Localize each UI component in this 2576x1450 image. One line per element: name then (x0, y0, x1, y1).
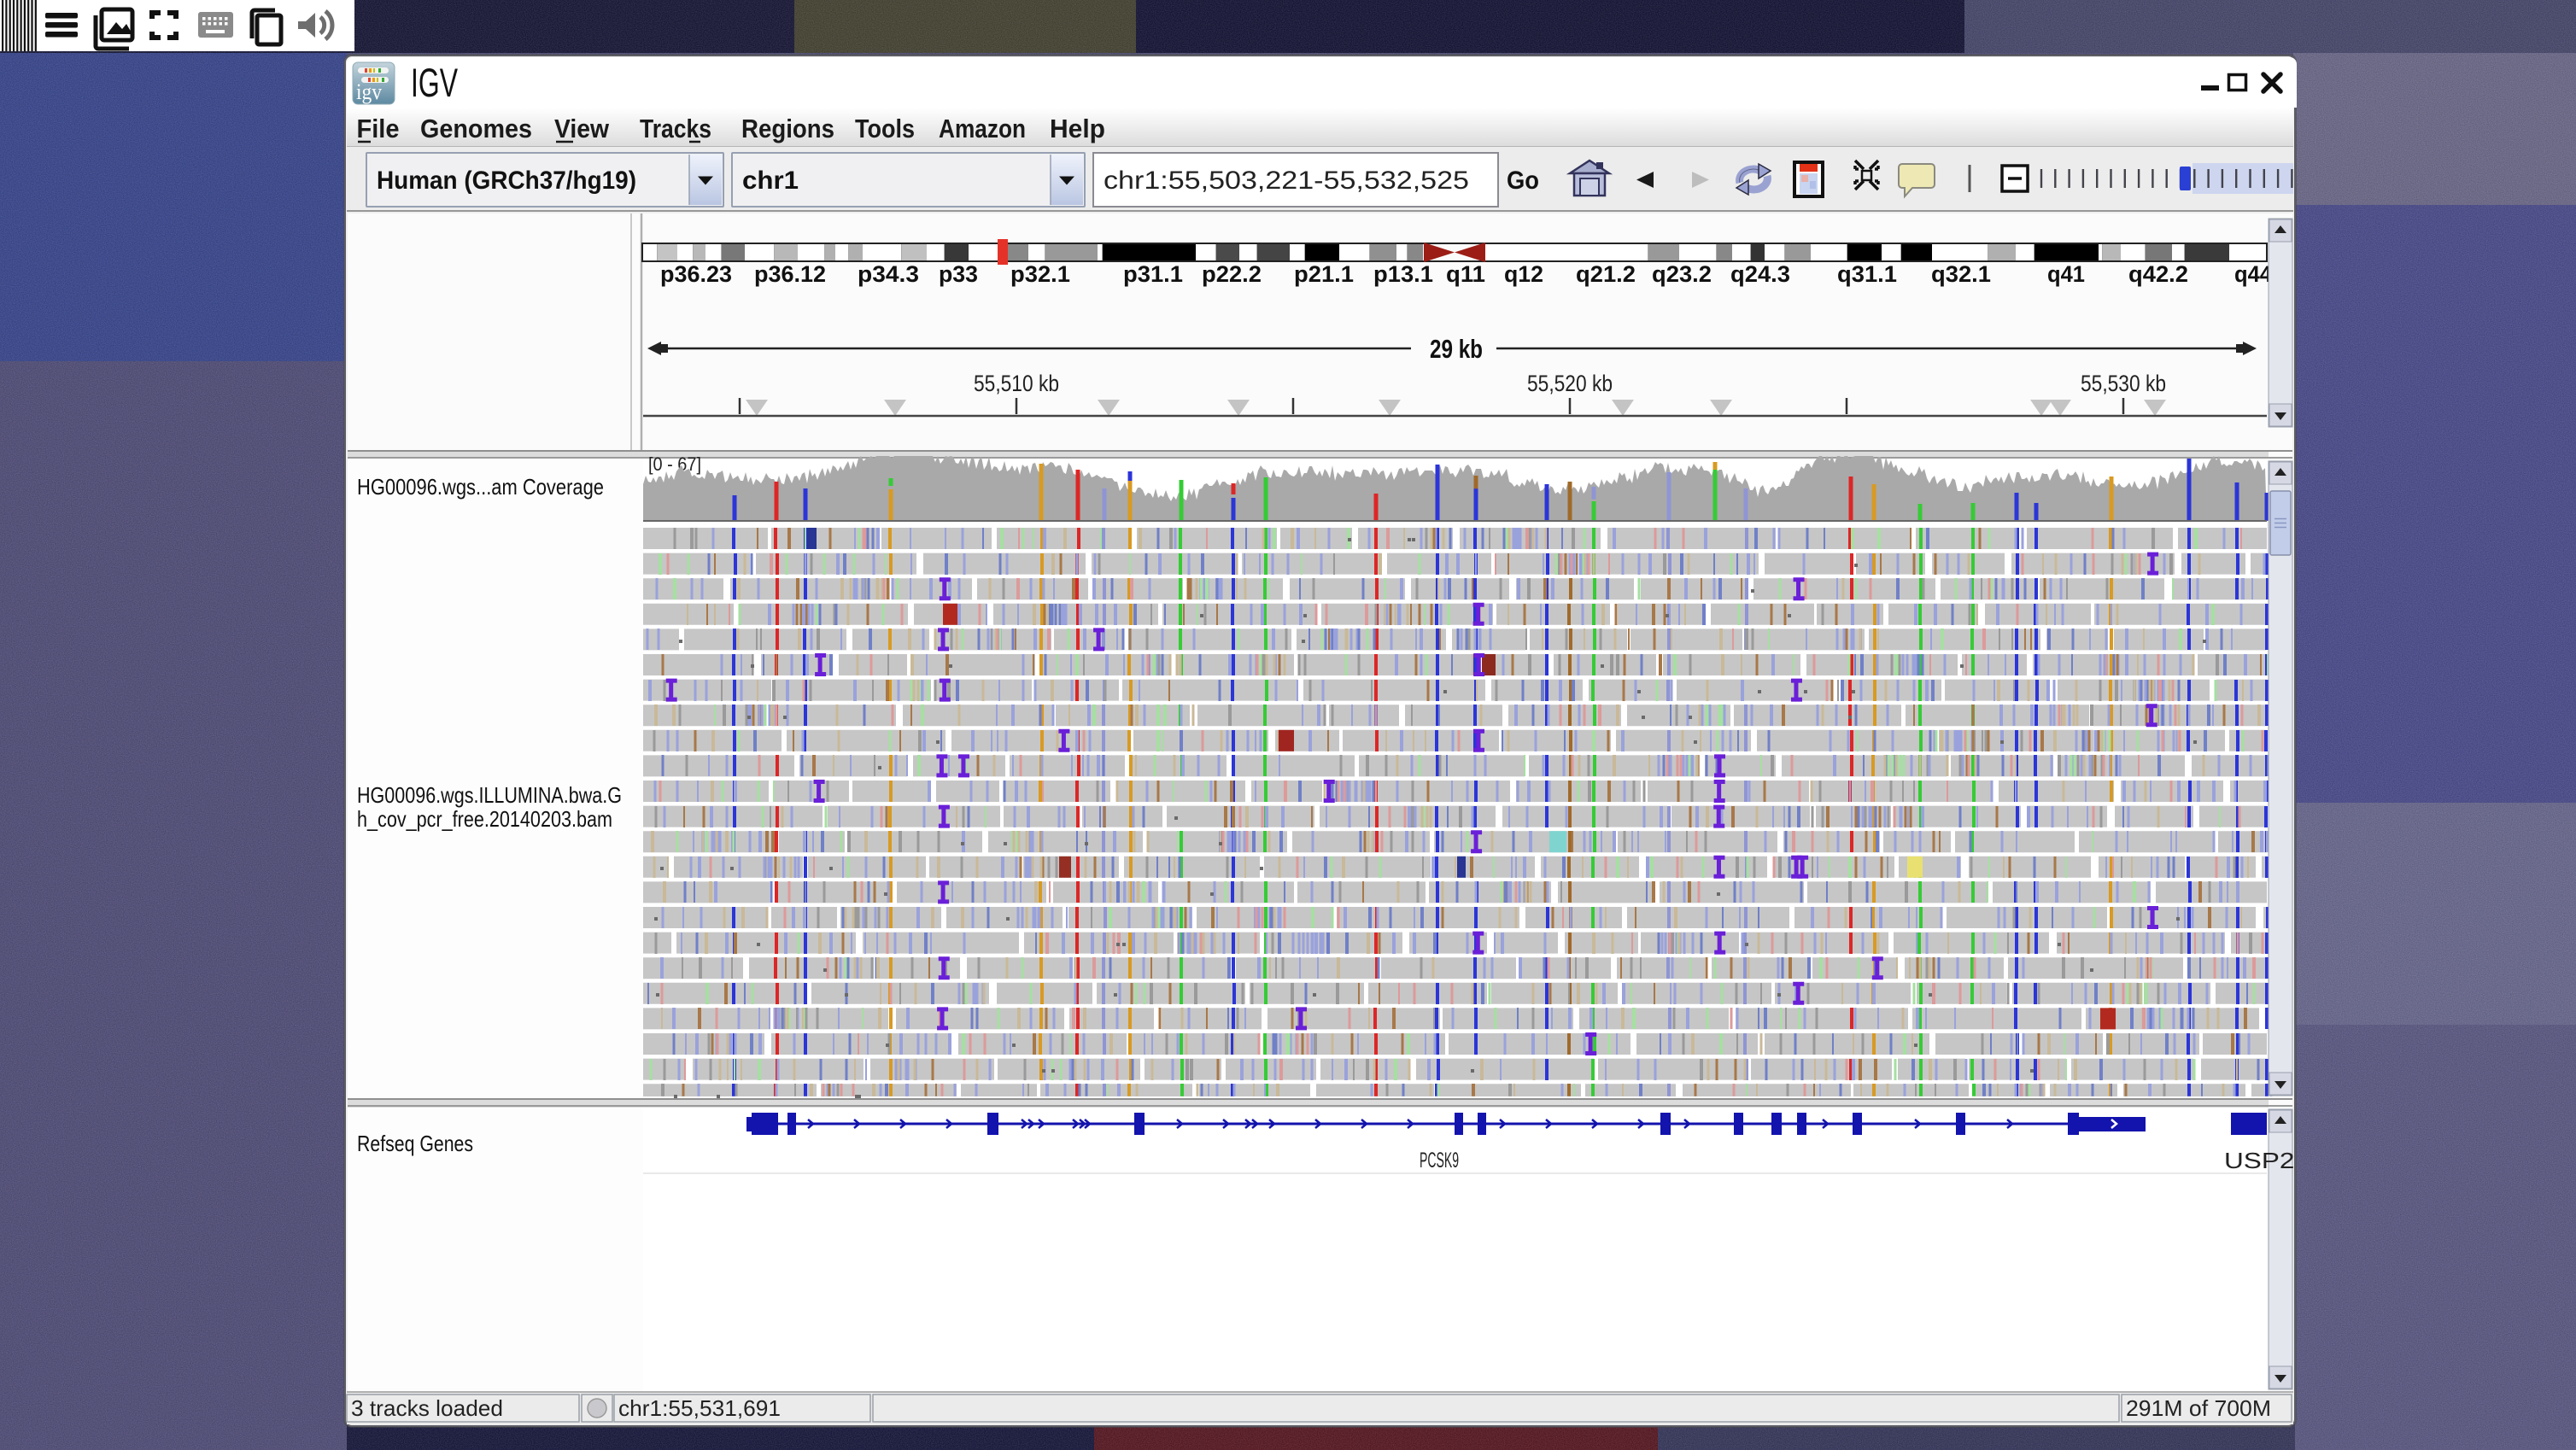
svg-text:q23.2: q23.2 (1652, 261, 1712, 287)
svg-text:p31.1: p31.1 (1123, 261, 1183, 287)
svg-text:p36.12: p36.12 (754, 261, 826, 287)
svg-text:q32.1: q32.1 (1931, 261, 1991, 287)
svg-text:55,530 kb: 55,530 kb (2081, 371, 2166, 396)
svg-text:HG00096.wgs.ILLUMINA.bwa.G: HG00096.wgs.ILLUMINA.bwa.G (357, 782, 622, 808)
svg-text:3 tracks loaded: 3 tracks loaded (351, 1395, 503, 1421)
svg-text:q24.3: q24.3 (1730, 261, 1790, 287)
svg-text:q12: q12 (1504, 261, 1543, 287)
svg-text:Human (GRCh37/hg19): Human (GRCh37/hg19) (377, 167, 636, 195)
svg-text:29 kb: 29 kb (1430, 334, 1483, 364)
svg-text:q42.2: q42.2 (2128, 261, 2188, 287)
svg-text:q44: q44 (2234, 261, 2272, 287)
svg-text:Tracks: Tracks (640, 114, 711, 143)
svg-text:chr1:55,503,221-55,532,525: chr1:55,503,221-55,532,525 (1104, 167, 1469, 195)
svg-text:PCSK9: PCSK9 (1420, 1149, 1459, 1172)
svg-text:q31.1: q31.1 (1837, 261, 1897, 287)
svg-text:IGV: IGV (411, 60, 458, 105)
svg-text:Go: Go (1507, 167, 1539, 195)
svg-text:HG00096.wgs...am Coverage: HG00096.wgs...am Coverage (357, 474, 604, 500)
svg-text:[0 - 67]: [0 - 67] (648, 453, 701, 475)
svg-text:h_cov_pcr_free.20140203.bam: h_cov_pcr_free.20140203.bam (357, 806, 612, 832)
svg-text:p32.1: p32.1 (1010, 261, 1070, 287)
svg-text:View: View (554, 114, 610, 143)
svg-text:File: File (357, 114, 400, 143)
svg-text:q11: q11 (1446, 261, 1485, 287)
svg-text:p21.1: p21.1 (1294, 261, 1354, 287)
svg-text:Help: Help (1050, 114, 1105, 143)
svg-text:igv: igv (356, 79, 382, 104)
svg-text:p22.2: p22.2 (1202, 261, 1262, 287)
svg-text:Amazon: Amazon (939, 114, 1026, 143)
svg-text:Tools: Tools (855, 114, 915, 143)
svg-text:chr1: chr1 (742, 167, 799, 195)
svg-text:Refseq Genes: Refseq Genes (357, 1131, 473, 1156)
svg-text:55,510 kb: 55,510 kb (974, 371, 1059, 396)
svg-text:Genomes: Genomes (420, 114, 532, 143)
svg-text:q41: q41 (2047, 261, 2085, 287)
svg-text:Regions: Regions (741, 114, 834, 143)
svg-text:q21.2: q21.2 (1576, 261, 1636, 287)
svg-text:291M of 700M: 291M of 700M (2126, 1395, 2271, 1421)
svg-text:p33: p33 (939, 261, 978, 287)
svg-text:p13.1: p13.1 (1373, 261, 1433, 287)
svg-text:p34.3: p34.3 (858, 261, 919, 287)
svg-text:55,520 kb: 55,520 kb (1527, 371, 1613, 396)
svg-text:chr1:55,531,691: chr1:55,531,691 (618, 1395, 781, 1421)
svg-text:p36.23: p36.23 (660, 261, 732, 287)
